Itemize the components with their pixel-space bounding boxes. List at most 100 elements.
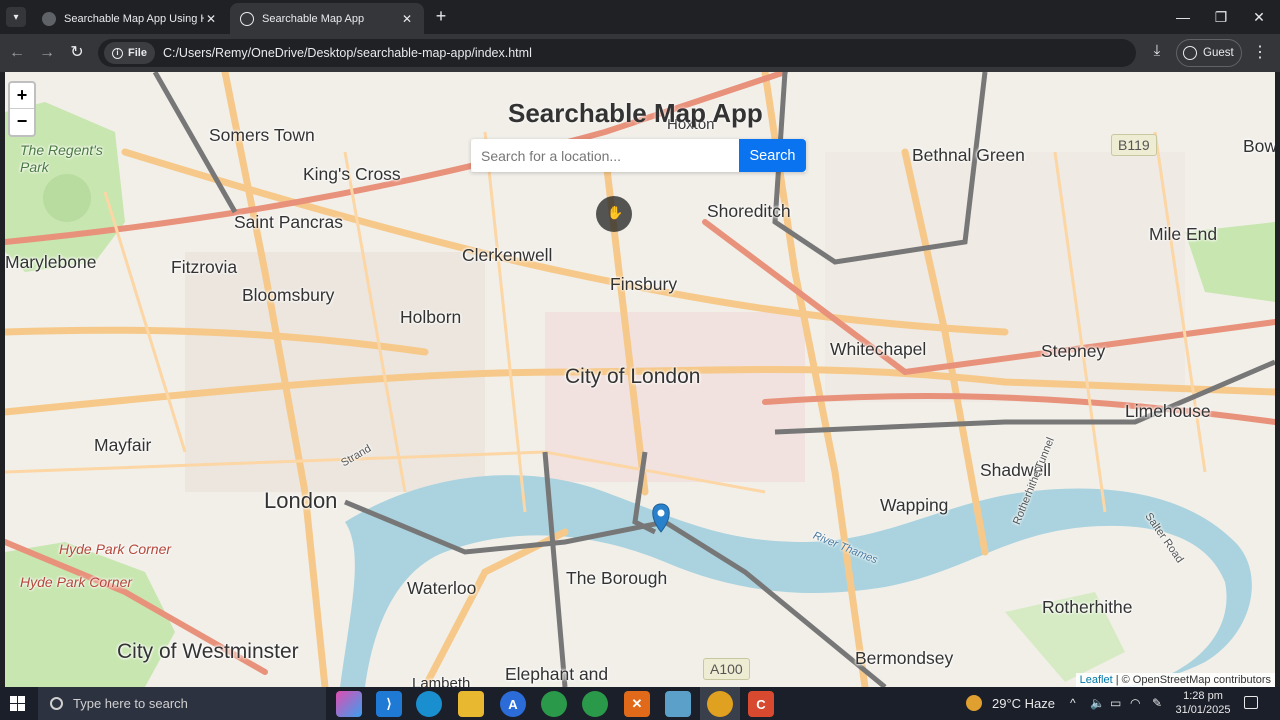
map-label-city-of-london: City of London — [565, 365, 701, 388]
map-label-finsbury: Finsbury — [610, 274, 678, 294]
map-label-shoreditch: Shoreditch — [707, 201, 791, 221]
map-label-hyde-park-corner: Hyde Park Corner — [59, 541, 172, 557]
map-label-holborn: Holborn — [400, 307, 462, 327]
map-label-city-of-westminster: City of Westminster — [117, 640, 299, 663]
tab-title: Searchable Map App Using HTML — [64, 12, 204, 25]
tab-bar: ▾ Searchable Map App Using HTML ✕ Search… — [0, 0, 1280, 34]
close-tab-icon[interactable]: ✕ — [400, 12, 414, 26]
tab-searchable-map-html[interactable]: Searchable Map App Using HTML ✕ — [32, 3, 228, 34]
map-attribution: Leaflet | © OpenStreetMap contributors — [1075, 673, 1275, 687]
taskbar: Type here to search ⟩ A ✕ C 29°C Haze ^ … — [0, 687, 1280, 720]
edge-icon[interactable] — [416, 691, 442, 717]
pen-icon[interactable]: ✎ — [1152, 696, 1162, 710]
search-button[interactable]: Search — [739, 139, 806, 172]
road-shield-a100: A100 — [703, 658, 750, 680]
map-label-somers-town: Somers Town — [209, 125, 315, 145]
chrome-dev-icon[interactable] — [541, 691, 567, 717]
map-label-saint-pancras: Saint Pancras — [234, 212, 343, 232]
new-tab-button[interactable]: + — [430, 6, 452, 28]
taskbar-search-placeholder: Type here to search — [73, 696, 188, 711]
map-label-stepney: Stepney — [1041, 341, 1106, 361]
forward-arrow-icon[interactable]: → — [36, 42, 58, 64]
clock-date: 31/01/2025 — [1175, 704, 1231, 716]
copilot-icon[interactable] — [336, 691, 362, 717]
map-label-hyde-park-corner: Hyde Park Corner — [20, 574, 133, 590]
map-label-limehouse: Limehouse — [1125, 401, 1211, 421]
notification-icon[interactable] — [1244, 696, 1258, 709]
map-label-lambeth: Lambeth — [412, 675, 471, 687]
map-label-bethnal-green: Bethnal Green — [912, 145, 1025, 165]
weather-text: 29°C Haze — [992, 695, 1056, 711]
map-label-mayfair: Mayfair — [94, 435, 152, 455]
map-label-regents-park: The Regent's Park — [20, 142, 103, 175]
map-label-kings-cross: King's Cross — [303, 164, 401, 184]
battery-icon[interactable]: ▭ — [1110, 696, 1121, 710]
xampp-icon[interactable]: ✕ — [624, 691, 650, 717]
download-icon[interactable]: ⤓ — [1146, 42, 1168, 64]
tab-favicon-icon — [42, 11, 56, 26]
capcut-icon[interactable]: C — [748, 691, 774, 717]
file-explorer-icon[interactable] — [458, 691, 484, 717]
globe-icon — [240, 11, 254, 26]
map-viewport[interactable]: Somers Town King's Cross Saint Pancras M… — [5, 72, 1275, 687]
map-label-mile-end: Mile End — [1149, 224, 1218, 244]
map-label-wapping: Wapping — [880, 495, 949, 515]
close-tab-icon[interactable]: ✕ — [204, 12, 218, 26]
map-label-fitzrovia: Fitzrovia — [171, 257, 238, 277]
zoom-control: + − — [8, 81, 36, 137]
minimize-icon[interactable]: — — [1172, 6, 1194, 28]
close-window-icon[interactable]: ✕ — [1248, 6, 1270, 28]
wifi-icon[interactable]: ◠ — [1130, 696, 1140, 710]
app-store-icon[interactable]: A — [500, 691, 526, 717]
reload-icon[interactable]: ↻ — [66, 42, 88, 64]
map-label-rotherhithe: Rotherhithe — [1042, 597, 1133, 617]
map-label-whitechapel: Whitechapel — [830, 339, 927, 359]
chrome-canary-icon[interactable] — [582, 691, 608, 717]
search-icon — [50, 697, 63, 710]
menu-kebab-icon[interactable]: ⋮ — [1252, 42, 1268, 64]
avatar-icon — [1183, 46, 1197, 60]
map-label-the-borough: The Borough — [566, 568, 668, 588]
clock[interactable]: 1:28 pm 31/01/2025 — [1174, 689, 1232, 717]
vscode-icon[interactable]: ⟩ — [376, 691, 402, 717]
tab-title: Searchable Map App — [262, 12, 365, 25]
map-label-bow: Bow — [1243, 136, 1275, 156]
file-chip-label: File — [128, 47, 147, 59]
volume-icon[interactable]: 🔈 — [1090, 696, 1105, 710]
tab-search-icon[interactable]: ▾ — [6, 7, 26, 27]
back-arrow-icon[interactable]: ← — [6, 42, 28, 64]
zoom-out-button[interactable]: − — [10, 109, 34, 135]
map-label-clerkenwell: Clerkenwell — [462, 245, 553, 265]
road-shield-b119: B119 — [1111, 134, 1157, 156]
zoom-in-button[interactable]: + — [10, 83, 34, 109]
profile-button[interactable]: Guest — [1176, 39, 1242, 67]
info-icon: i — [112, 47, 123, 59]
notepad-icon[interactable] — [665, 691, 691, 717]
page-title: Searchable Map App — [508, 98, 763, 128]
search-bar: Search — [471, 139, 806, 172]
weather-icon — [966, 695, 982, 711]
chevron-up-icon[interactable]: ^ — [1070, 696, 1076, 710]
url-text[interactable]: C:/Users/Remy/OneDrive/Desktop/searchabl… — [163, 46, 532, 60]
clock-time: 1:28 pm — [1183, 690, 1223, 702]
map-label-london: London — [264, 488, 338, 513]
site-info-chip[interactable]: i File — [104, 42, 155, 64]
leaflet-link[interactable]: Leaflet — [1080, 674, 1113, 686]
map-label-elephant-and: Elephant and — [505, 664, 609, 684]
map-label-bloomsbury: Bloomsbury — [242, 285, 335, 305]
hand-cursor-icon — [596, 196, 632, 232]
map-label-marylebone: Marylebone — [5, 252, 97, 272]
windows-start-icon[interactable] — [10, 696, 26, 712]
browser-toolbar: ← → ↻ i File C:/Users/Remy/OneDrive/Desk… — [0, 34, 1280, 72]
osm-attribution: | © OpenStreetMap contributors — [1115, 674, 1271, 686]
weather-widget[interactable]: 29°C Haze — [966, 695, 1055, 711]
address-bar[interactable]: i File C:/Users/Remy/OneDrive/Desktop/se… — [98, 39, 1136, 67]
taskbar-search[interactable]: Type here to search — [38, 687, 326, 720]
profile-label: Guest — [1203, 47, 1234, 59]
map-label-bermondsey: Bermondsey — [855, 648, 954, 668]
map-label-waterloo: Waterloo — [407, 578, 477, 598]
tab-searchable-map-app[interactable]: Searchable Map App ✕ — [230, 3, 424, 34]
search-input[interactable] — [471, 139, 739, 172]
chrome-icon[interactable] — [707, 691, 733, 717]
restore-icon[interactable]: ❐ — [1210, 6, 1232, 28]
